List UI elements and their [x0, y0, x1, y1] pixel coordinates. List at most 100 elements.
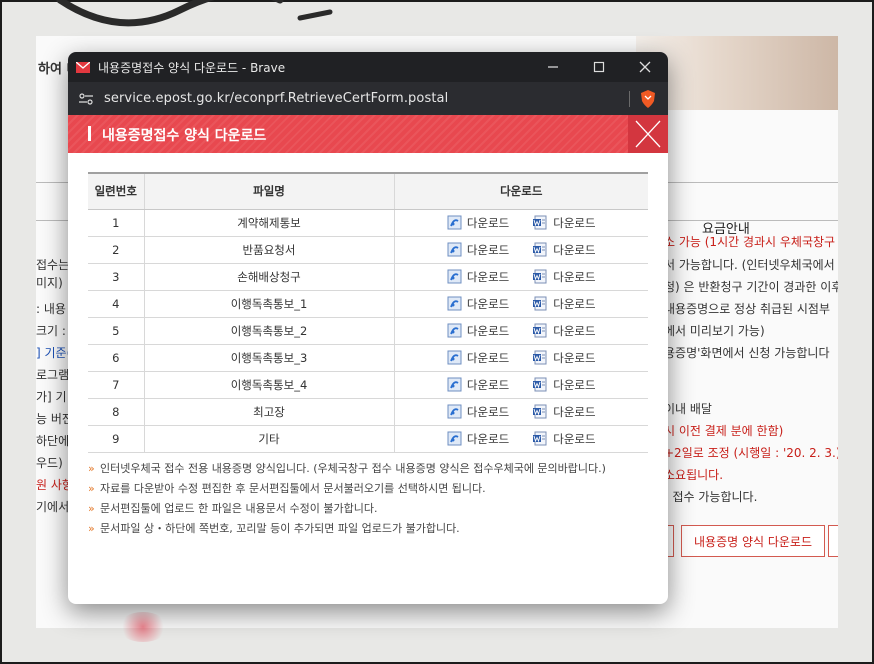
url-field[interactable]: service.epost.go.kr/econprf.RetrieveCert… [104, 91, 629, 106]
table-row: 5 이행독촉통보_2 다운로드 다운로드 [88, 317, 648, 345]
site-settings-icon[interactable] [78, 92, 94, 106]
maximize-button[interactable] [576, 52, 622, 82]
popup-content: 일련번호 파일명 다운로드 1 계약해제통보 다운로드 다운로드 2 반품요청서 다운로드 다… [68, 153, 668, 539]
minimize-button[interactable] [530, 52, 576, 82]
download-hwp-link[interactable]: 다운로드 [447, 215, 509, 231]
note-bullet-icon: » [88, 501, 95, 515]
download-label: 다운로드 [553, 215, 596, 230]
note-item: » 문서편집툴에 업로드 한 파일은 내용문서 수정이 불가합니다. [88, 499, 648, 519]
download-label: 다운로드 [553, 350, 596, 365]
download-cell: 다운로드 다운로드 [394, 236, 648, 264]
download-doc-link[interactable]: 다운로드 [533, 377, 596, 393]
download-doc-link[interactable]: 다운로드 [533, 404, 596, 420]
form-download-table: 일련번호 파일명 다운로드 1 계약해제통보 다운로드 다운로드 2 반품요청서 다운로드 다… [88, 172, 648, 453]
note-item: » 문서파일 상・하단에 쪽번호, 꼬리말 등이 추가되면 파일 업로드가 불가합… [88, 519, 648, 539]
background-left-line: 로그램 [36, 368, 70, 382]
background-button-edge-right [828, 525, 838, 557]
background-right-line: 용증명'화면에서 신청 가능합니다 [664, 346, 830, 360]
download-hwp-link[interactable]: 다운로드 [447, 296, 509, 312]
background-divider-left-2 [36, 220, 68, 221]
serial-number-cell: 8 [88, 398, 145, 426]
background-divider-left [36, 182, 68, 183]
download-label: 다운로드 [553, 323, 596, 338]
background-right-line: 시 이전 결제 분에 한함) [664, 424, 784, 438]
window-title: 내용증명접수 양식 다운로드 - Brave [98, 60, 286, 75]
download-label: 다운로드 [553, 296, 596, 311]
word-file-icon [533, 350, 547, 365]
download-hwp-link[interactable]: 다운로드 [447, 242, 509, 258]
download-hwp-link[interactable]: 다운로드 [447, 269, 509, 285]
download-hwp-link[interactable]: 다운로드 [447, 350, 509, 366]
banner-accent-bar [88, 126, 91, 141]
download-doc-link[interactable]: 다운로드 [533, 242, 596, 258]
brave-shield-icon[interactable] [640, 89, 656, 108]
note-text: 자료를 다운받아 수정 편집한 후 문서편집툴에서 문서불러오기를 선택하시면 … [100, 481, 486, 495]
download-doc-link[interactable]: 다운로드 [533, 296, 596, 312]
background-left-line: 접수는 [36, 258, 70, 272]
download-doc-link[interactable]: 다운로드 [533, 269, 596, 285]
background-divider-right [668, 182, 838, 183]
download-hwp-link[interactable]: 다운로드 [447, 323, 509, 339]
close-x-icon [635, 120, 661, 148]
background-divider-right-2 [668, 220, 838, 221]
serial-number-cell: 1 [88, 209, 145, 237]
word-file-icon [533, 296, 547, 311]
download-doc-link[interactable]: 다운로드 [533, 350, 596, 366]
close-icon [639, 61, 651, 73]
notes-list: » 인터넷우체국 접수 전용 내용증명 양식입니다. (우체국창구 접수 내용증명… [88, 459, 648, 539]
download-label: 다운로드 [553, 377, 596, 392]
serial-number-cell: 6 [88, 344, 145, 372]
header-download: 다운로드 [394, 172, 648, 210]
hwp-file-icon [447, 404, 462, 419]
download-label: 다운로드 [466, 431, 510, 446]
hwp-file-icon [447, 215, 462, 230]
download-hwp-link[interactable]: 다운로드 [447, 377, 509, 393]
note-text: 문서파일 상・하단에 쪽번호, 꼬리말 등이 추가되면 파일 업로드가 불가합니… [100, 521, 460, 535]
download-cell: 다운로드 다운로드 [394, 398, 648, 426]
download-cell: 다운로드 다운로드 [394, 263, 648, 291]
download-doc-link[interactable]: 다운로드 [533, 431, 596, 447]
download-hwp-link[interactable]: 다운로드 [447, 431, 509, 447]
word-file-icon [533, 242, 547, 257]
file-name-cell: 이행독촉통보_1 [144, 290, 395, 318]
table-header-row: 일련번호 파일명 다운로드 [88, 172, 648, 210]
download-hwp-link[interactable]: 다운로드 [447, 404, 509, 420]
download-doc-link[interactable]: 다운로드 [533, 323, 596, 339]
background-right-line: 이내 배달 [664, 402, 712, 416]
table-row: 7 이행독촉통보_4 다운로드 다운로드 [88, 371, 648, 399]
download-cell: 다운로드 다운로드 [394, 209, 648, 237]
close-window-button[interactable] [622, 52, 668, 82]
hwp-file-icon [447, 269, 462, 284]
popup-window: 내용증명접수 양식 다운로드 - Brave service.epost.go.… [68, 52, 668, 604]
download-label: 다운로드 [466, 377, 510, 392]
file-name-cell: 손해배상청구 [144, 263, 395, 291]
background-left-line: ] 기준( [36, 346, 72, 360]
header-serial-no: 일련번호 [88, 172, 145, 210]
table-row: 2 반품요청서 다운로드 다운로드 [88, 236, 648, 264]
background-download-form-button[interactable]: 내용증명 양식 다운로드 [681, 525, 825, 557]
download-doc-link[interactable]: 다운로드 [533, 215, 596, 231]
popup-title: 내용증명접수 양식 다운로드 [102, 128, 267, 144]
word-file-icon [533, 404, 547, 419]
note-bullet-icon: » [88, 461, 95, 475]
maximize-icon [593, 61, 605, 73]
download-label: 다운로드 [466, 242, 510, 257]
header-file-name: 파일명 [144, 172, 395, 210]
download-label: 다운로드 [553, 269, 596, 284]
table-row: 4 이행독촉통보_1 다운로드 다운로드 [88, 290, 648, 318]
download-label: 다운로드 [466, 296, 510, 311]
download-label: 다운로드 [466, 323, 510, 338]
minimize-icon [548, 66, 558, 68]
download-cell: 다운로드 다운로드 [394, 344, 648, 372]
note-text: 문서편집툴에 업로드 한 파일은 내용문서 수정이 불가합니다. [100, 501, 378, 515]
file-name-cell: 반품요청서 [144, 236, 395, 264]
note-bullet-icon: » [88, 521, 95, 535]
serial-number-cell: 3 [88, 263, 145, 291]
word-file-icon [533, 269, 547, 284]
background-right-line: 소요됩니다. [664, 468, 724, 482]
word-file-icon [533, 377, 547, 392]
table-row: 8 최고장 다운로드 다운로드 [88, 398, 648, 426]
serial-number-cell: 4 [88, 290, 145, 318]
popup-close-button[interactable] [628, 115, 668, 153]
download-label: 다운로드 [553, 404, 596, 419]
